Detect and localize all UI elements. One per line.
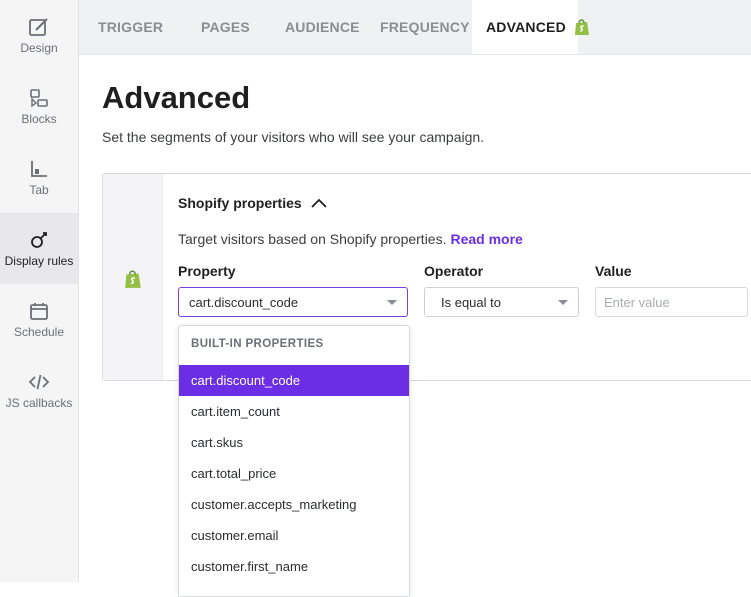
property-label: Property — [178, 263, 236, 279]
sidebar-item-label: Blocks — [21, 112, 57, 126]
tab-audience[interactable]: AUDIENCE — [285, 0, 360, 54]
sidebar-item-design[interactable]: Design — [0, 0, 78, 71]
sidebar-item-schedule[interactable]: Schedule — [0, 284, 78, 355]
dropdown-option[interactable]: cart.skus — [179, 427, 409, 458]
property-dropdown-menu: BUILT-IN PROPERTIES cart.discount_code c… — [178, 325, 410, 597]
chevron-up-icon — [310, 197, 328, 209]
chevron-down-icon — [558, 300, 568, 305]
design-icon — [28, 16, 50, 38]
sidebar-item-display-rules[interactable]: Display rules — [0, 213, 78, 284]
operator-select-value: Is equal to — [441, 294, 501, 310]
panel-gutter — [103, 174, 163, 380]
property-select-value: cart.discount_code — [189, 294, 299, 310]
dropdown-option[interactable]: customer.email — [179, 520, 409, 551]
dropdown-option[interactable]: customer.accepts_marketing — [179, 489, 409, 520]
value-label: Value — [595, 263, 632, 279]
tab-advanced[interactable]: ADVANCED — [472, 0, 589, 54]
code-icon — [28, 371, 50, 393]
tab-frequency[interactable]: FREQUENCY — [380, 0, 470, 54]
blocks-icon — [28, 87, 50, 109]
value-input[interactable] — [595, 287, 748, 317]
display-rules-icon — [28, 229, 50, 251]
sidebar-item-label: Display rules — [4, 254, 74, 268]
sidebar-item-label: Tab — [29, 183, 49, 197]
tab-pages[interactable]: PAGES — [201, 0, 250, 54]
sidebar-item-label: JS callbacks — [5, 396, 73, 410]
sidebar-item-js-callbacks[interactable]: JS callbacks — [0, 355, 78, 426]
read-more-link[interactable]: Read more — [450, 231, 522, 247]
chevron-down-icon — [387, 300, 397, 305]
page-title: Advanced — [102, 80, 251, 115]
dropdown-option[interactable]: cart.discount_code — [179, 365, 409, 396]
description-text: Target visitors based on Shopify propert… — [178, 231, 447, 247]
operator-select[interactable]: Is equal to — [424, 287, 579, 317]
dropdown-option[interactable]: cart.total_price — [179, 458, 409, 489]
schedule-icon — [28, 300, 50, 322]
sidebar-item-label: Schedule — [13, 325, 65, 339]
dropdown-group-header: BUILT-IN PROPERTIES — [191, 338, 324, 350]
shopify-icon — [124, 269, 142, 294]
tab-label: ADVANCED — [486, 19, 566, 35]
page-subtitle: Set the segments of your visitors who wi… — [102, 129, 485, 145]
dropdown-option[interactable]: customer.first_name — [179, 551, 409, 582]
section-toggle[interactable]: Shopify properties — [178, 195, 328, 211]
property-select[interactable]: cart.discount_code — [178, 287, 408, 317]
sidebar-item-blocks[interactable]: Blocks — [0, 71, 78, 142]
section-title: Shopify properties — [178, 195, 302, 211]
tab-bar: TRIGGER PAGES AUDIENCE FREQUENCY ADVANCE… — [79, 0, 751, 55]
tab-trigger[interactable]: TRIGGER — [98, 0, 163, 54]
sidebar-item-tab[interactable]: Tab — [0, 142, 78, 213]
operator-label: Operator — [424, 263, 484, 279]
left-sidebar: Design Blocks Tab Display rules Schedule… — [0, 0, 79, 582]
sidebar-item-label: Design — [20, 41, 58, 55]
dropdown-option[interactable]: cart.item_count — [179, 396, 409, 427]
shopify-icon — [574, 18, 590, 36]
tab-icon — [28, 158, 50, 180]
section-description: Target visitors based on Shopify propert… — [178, 231, 523, 247]
